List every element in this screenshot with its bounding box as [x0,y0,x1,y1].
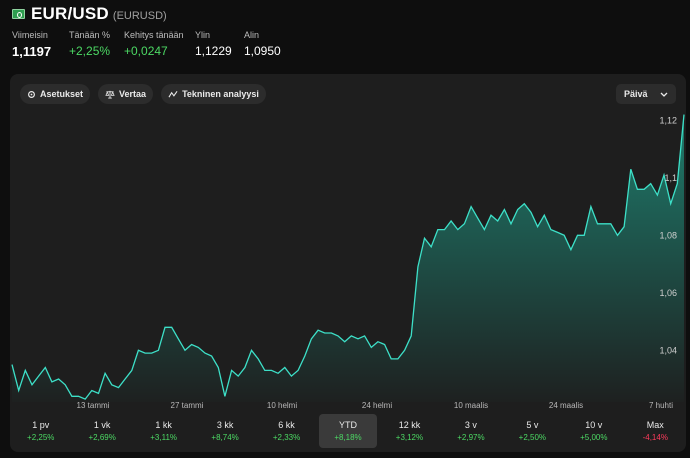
x-tick-label: 24 maalis [549,401,583,410]
range-label: Max [646,420,664,430]
x-tick-label: 27 tammi [171,401,204,410]
range-change: +5,00% [580,433,608,442]
x-tick-label: 13 tammi [77,401,110,410]
chart-panel: 1,04 1,06 1,08 1,1 1,12 13 tammi 27 tammi 10 h… [10,74,686,452]
range-label: 10 v [585,420,603,430]
range-button-1[interactable]: 1 vk +2,69% [73,414,130,448]
instrument-title: EUR/USD [31,4,109,23]
x-tick-label: 10 helmi [267,401,297,410]
line-chart-icon [168,90,178,97]
range-label: 1 pv [32,420,50,430]
price-area [12,114,684,402]
range-change: +3,11% [150,433,178,442]
range-label: YTD [338,420,357,430]
price-chart[interactable]: 1,04 1,06 1,08 1,1 1,12 13 tammi 27 tammi 10 h… [10,74,686,414]
range-button-10[interactable]: Max -4,14% [627,414,684,448]
range-label: 1 kk [155,420,172,430]
range-button-5[interactable]: YTD +8,18% [319,414,377,448]
x-tick-label: 10 maalis [454,401,488,410]
technical-analysis-button[interactable]: Tekninen analyysi [161,84,266,104]
range-change: +2,50% [518,433,547,442]
stats-bar: Viimeisin 1,1197 Tänään % +2,25% Kehitys… [12,30,293,59]
y-tick-label: 1,04 [659,345,677,355]
stat-latest: Viimeisin 1,1197 [12,30,52,59]
instrument-header: EUR/USD (EURUSD) [12,4,167,24]
range-button-9[interactable]: 10 v +5,00% [565,414,622,448]
settings-label: Asetukset [40,89,84,99]
range-change: +8,74% [211,433,239,442]
range-change: +2,69% [88,433,116,442]
range-button-4[interactable]: 6 kk +2,33% [258,414,315,448]
range-button-8[interactable]: 5 v +2,50% [504,414,561,448]
range-change: +2,25% [27,433,55,442]
stat-low: Alin 1,0950 [244,30,281,58]
stat-today-change: Kehitys tänään +0,0247 [124,30,184,58]
range-label: 3 v [464,420,477,430]
range-label: 5 v [526,420,539,430]
range-button-3[interactable]: 3 kk +8,74% [196,414,253,448]
interval-value: Päivä [624,89,648,99]
range-label: 3 kk [216,420,234,430]
stat-high: Ylin 1,1229 [195,30,232,58]
gear-icon [28,90,35,98]
range-button-2[interactable]: 1 kk +3,11% [135,414,192,448]
range-selector: 1 pv +2,25% 1 vk +2,69% 1 kk +3,11% 3 kk +8,74%… [10,414,686,448]
chevron-down-icon [660,92,668,97]
range-change: +2,97% [457,433,485,442]
y-tick-label: 1,06 [659,288,677,298]
compare-button[interactable]: Vertaa [98,84,154,104]
range-label: 6 kk [278,420,295,430]
chart-toolbar: Asetukset Vertaa Tekninen analyysi [20,84,274,104]
range-label: 1 vk [93,420,111,430]
range-change: -4,14% [642,433,668,442]
y-tick-label: 1,12 [659,115,677,125]
range-button-0[interactable]: 1 pv +2,25% [12,414,69,448]
y-tick-label: 1,1 [664,173,677,183]
range-change: +8,18% [334,433,362,442]
range-label: 12 kk [398,420,421,430]
y-tick-label: 1,08 [659,230,677,240]
instrument-symbol: (EURUSD) [112,10,167,22]
currency-note-icon [12,9,25,19]
scale-icon [105,90,115,99]
stat-today-percent: Tänään % +2,25% [69,30,111,58]
settings-button[interactable]: Asetukset [20,84,91,104]
compare-label: Vertaa [119,89,147,99]
interval-select[interactable]: Päivä [616,84,676,104]
range-button-6[interactable]: 12 kk +3,12% [381,414,438,448]
range-button-7[interactable]: 3 v +2,97% [442,414,499,448]
range-change: +2,33% [272,433,301,442]
x-tick-label: 24 helmi [362,401,392,410]
range-change: +3,12% [395,433,424,442]
technical-analysis-label: Tekninen analyysi [182,89,259,99]
x-tick-label: 7 huhti [649,401,673,410]
